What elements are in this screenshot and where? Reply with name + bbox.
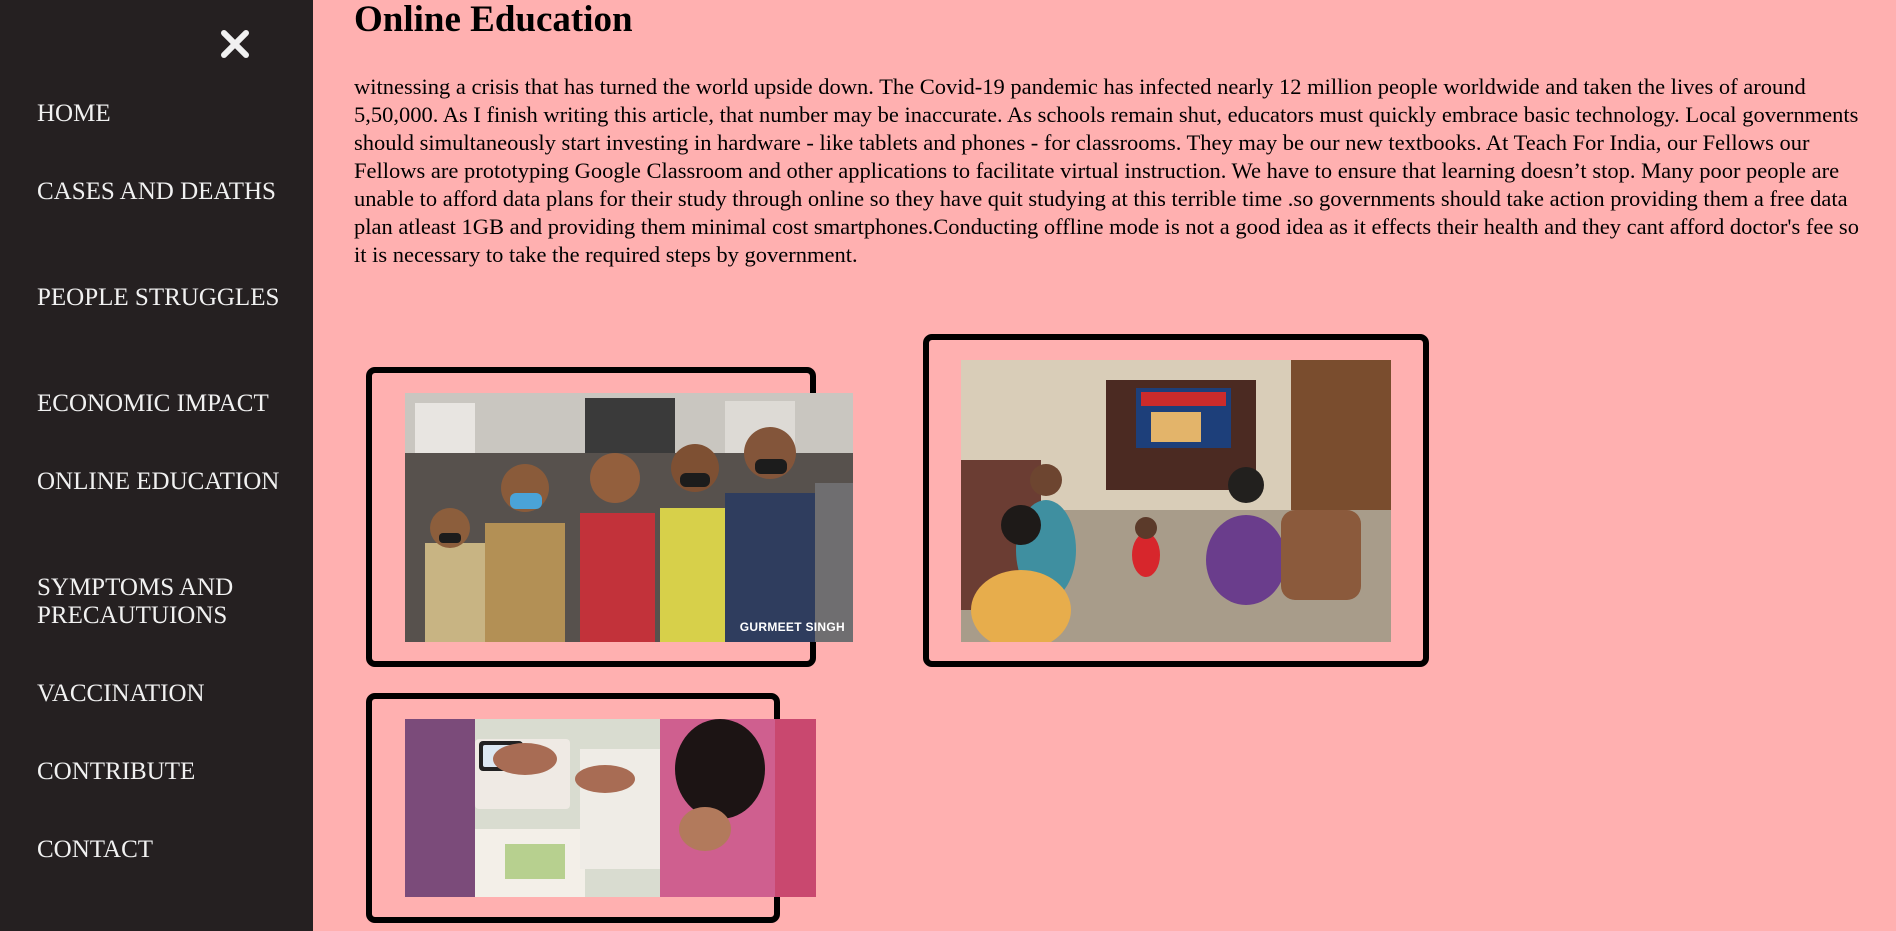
nav-people-struggles[interactable]: PEOPLE STRUGGLES xyxy=(37,284,282,312)
nav-cases-and-deaths[interactable]: CASES AND DEATHS xyxy=(37,178,282,206)
family-tv-photo xyxy=(961,360,1391,642)
nav-economic-impact[interactable]: ECONOMIC IMPACT xyxy=(37,390,282,418)
nav-online-education[interactable]: ONLINE EDUCATION xyxy=(37,468,282,496)
close-icon[interactable] xyxy=(218,27,252,61)
photo-watermark: GURMEET SINGH xyxy=(739,620,845,634)
nav-contact[interactable]: CONTACT xyxy=(37,836,282,864)
nav-home[interactable]: HOME xyxy=(37,100,282,128)
children-masks-photo: GURMEET SINGH xyxy=(405,393,853,642)
child-phone-study-photo xyxy=(405,719,816,897)
nav-vaccination[interactable]: VACCINATION xyxy=(37,680,282,708)
page-title: Online Education xyxy=(354,0,633,40)
nav-contribute[interactable]: CONTRIBUTE xyxy=(37,758,282,786)
nav-symptoms-and-precautions[interactable]: SYMPTOMS AND PRECAUTUIONS xyxy=(37,574,282,630)
sidebar: HOME CASES AND DEATHS PEOPLE STRUGGLES E… xyxy=(0,0,313,931)
article-body: witnessing a crisis that has turned the … xyxy=(354,74,1859,267)
main-content: Online Education witnessing a crisis tha… xyxy=(313,0,1896,931)
